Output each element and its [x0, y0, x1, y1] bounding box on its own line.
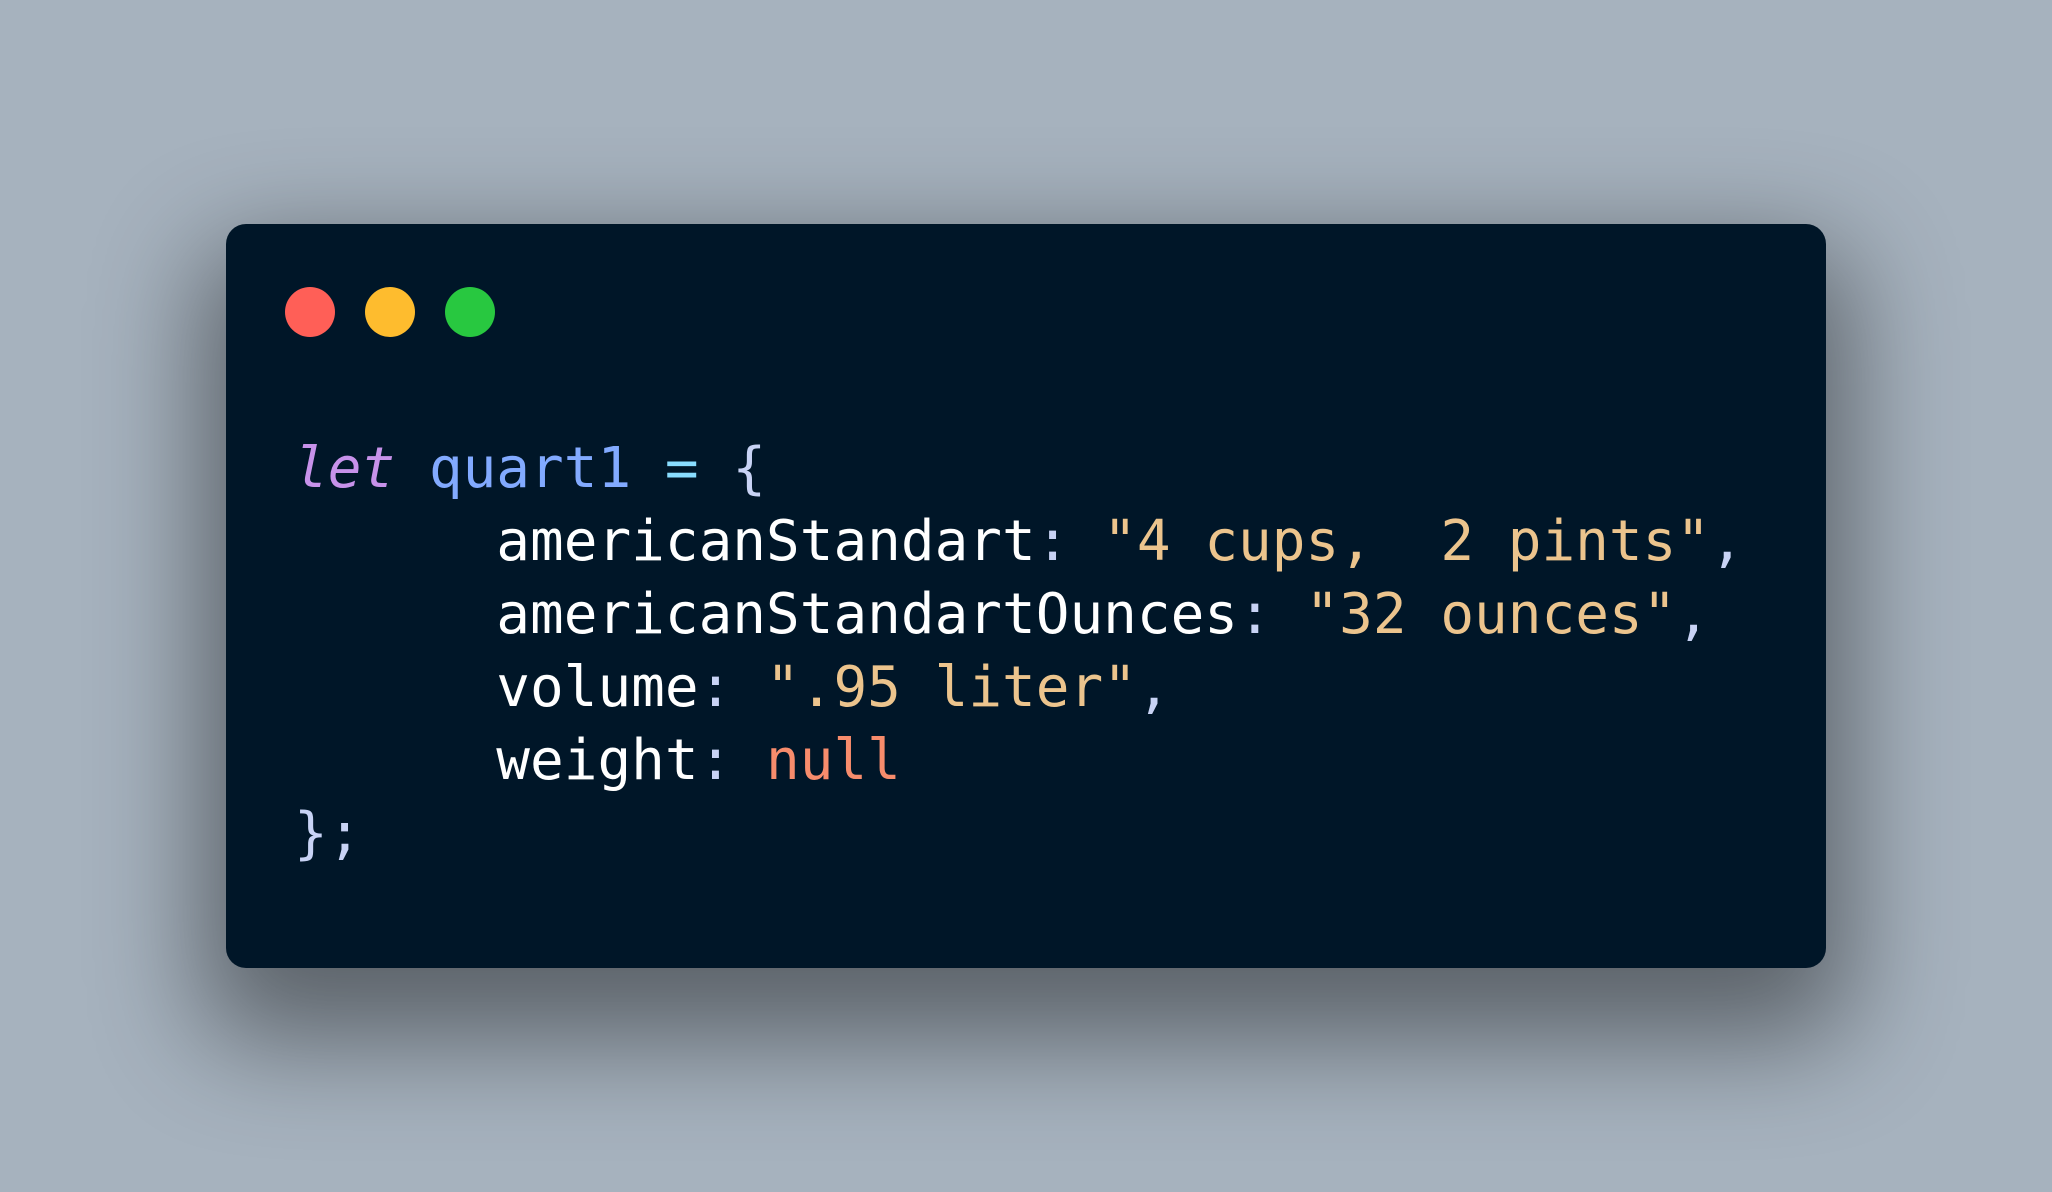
punctuation-token: :: [1238, 582, 1272, 647]
punctuation-token: };: [294, 801, 362, 866]
minimize-control[interactable]: [365, 287, 415, 337]
punctuation-token: ,: [1710, 509, 1744, 574]
punctuation-token: :: [1035, 509, 1070, 574]
code-line: volume: ".95 liter",: [294, 651, 1744, 724]
string-token: ".95 liter": [766, 655, 1137, 720]
code-line: let quart1 = {: [294, 432, 1744, 505]
code-line: };: [294, 797, 1744, 870]
variable-token: quart1: [428, 436, 632, 501]
null-token: null: [766, 728, 901, 793]
punctuation-token: ,: [1136, 655, 1171, 720]
string-token: "4 cups, 2 pints": [1103, 509, 1711, 574]
keyword-token: let: [294, 436, 396, 501]
code-window: let quart1 = { americanStandart: "4 cups…: [226, 224, 1826, 968]
punctuation-token: :: [698, 655, 733, 720]
punctuation-token: :: [698, 728, 733, 793]
window-controls: [285, 287, 495, 337]
property-token: volume: [496, 655, 699, 720]
close-control[interactable]: [285, 287, 335, 337]
code-line: weight: null: [294, 724, 1744, 797]
code-line: americanStandart: "4 cups, 2 pints",: [294, 505, 1744, 578]
maximize-control[interactable]: [445, 287, 495, 337]
punctuation-token: ,: [1676, 582, 1711, 647]
punctuation-token: {: [732, 436, 767, 501]
code-line: americanStandartOunces: "32 ounces",: [294, 578, 1744, 651]
operator-token: =: [664, 436, 699, 501]
property-token: americanStandartOunces: [496, 582, 1239, 647]
code-block: let quart1 = { americanStandart: "4 cups…: [294, 432, 1744, 870]
string-token: "32 ounces": [1305, 582, 1677, 647]
property-token: americanStandart: [496, 509, 1036, 574]
property-token: weight: [496, 728, 699, 793]
